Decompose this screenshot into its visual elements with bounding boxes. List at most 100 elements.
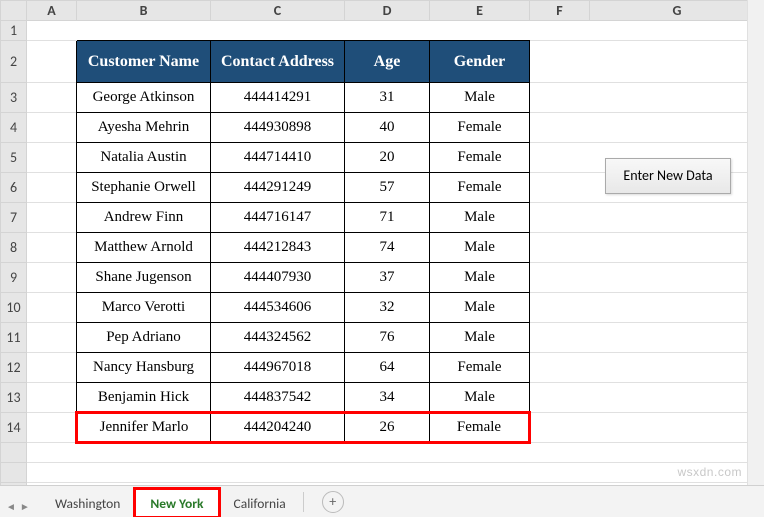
cell-contact[interactable]: 444407930 xyxy=(211,263,345,293)
row-header[interactable]: 8 xyxy=(1,233,27,263)
row-header[interactable]: 12 xyxy=(1,353,27,383)
row-header[interactable]: 5 xyxy=(1,143,27,173)
cell[interactable] xyxy=(27,233,77,263)
cell[interactable] xyxy=(530,323,764,353)
cell-contact[interactable]: 444204240 xyxy=(211,413,345,443)
cell-gender[interactable]: Male xyxy=(430,293,530,323)
cell-gender[interactable]: Male xyxy=(430,233,530,263)
col-header[interactable]: A xyxy=(27,1,77,21)
row-header[interactable]: 9 xyxy=(1,263,27,293)
cell[interactable] xyxy=(27,83,77,113)
cell-name[interactable]: Nancy Hansburg xyxy=(77,353,211,383)
cell[interactable] xyxy=(530,203,764,233)
cell[interactable] xyxy=(27,113,77,143)
row-header[interactable]: 3 xyxy=(1,83,27,113)
cell[interactable] xyxy=(27,21,764,41)
cell-name[interactable]: Natalia Austin xyxy=(77,143,211,173)
add-sheet-button[interactable]: + xyxy=(322,491,344,513)
cell-gender[interactable]: Male xyxy=(430,323,530,353)
row-header[interactable]: 7 xyxy=(1,203,27,233)
col-header[interactable]: B xyxy=(77,1,211,21)
cell-name[interactable]: Stephanie Orwell xyxy=(77,173,211,203)
table-header-gender[interactable]: Gender xyxy=(430,41,530,83)
cell-name[interactable]: Marco Verotti xyxy=(77,293,211,323)
cell-age[interactable]: 31 xyxy=(345,83,430,113)
vertical-scrollbar[interactable] xyxy=(747,0,764,485)
cell-gender[interactable]: Male xyxy=(430,383,530,413)
col-header[interactable]: C xyxy=(211,1,345,21)
spreadsheet-grid[interactable]: A B C D E F G 1 2 Customer Name Contact … xyxy=(0,0,764,503)
cell[interactable] xyxy=(530,263,764,293)
cell[interactable] xyxy=(27,263,77,293)
cell-gender[interactable]: Male xyxy=(430,203,530,233)
cell[interactable] xyxy=(27,293,77,323)
cell-gender[interactable]: Female xyxy=(430,173,530,203)
cell-name[interactable]: Andrew Finn xyxy=(77,203,211,233)
cell-name[interactable]: Ayesha Mehrin xyxy=(77,113,211,143)
row-header[interactable]: 1 xyxy=(1,21,27,41)
row-header[interactable]: 11 xyxy=(1,323,27,353)
cell-gender[interactable]: Female xyxy=(430,413,530,443)
cell-name[interactable]: Matthew Arnold xyxy=(77,233,211,263)
row-header[interactable]: 6 xyxy=(1,173,27,203)
cell-gender[interactable]: Female xyxy=(430,113,530,143)
tab-nav-arrows[interactable]: ◄ ► xyxy=(6,500,30,513)
cell-contact[interactable]: 444324562 xyxy=(211,323,345,353)
cell[interactable] xyxy=(27,143,77,173)
cell[interactable] xyxy=(530,41,764,83)
cell[interactable] xyxy=(530,233,764,263)
row-header[interactable] xyxy=(1,443,27,463)
tab-washington[interactable]: Washington xyxy=(40,489,135,516)
cell-contact[interactable]: 444291249 xyxy=(211,173,345,203)
cell-age[interactable]: 57 xyxy=(345,173,430,203)
tab-new-york[interactable]: New York xyxy=(135,489,218,517)
col-header[interactable]: D xyxy=(345,1,430,21)
tab-nav-prev-icon[interactable]: ◄ xyxy=(6,500,16,513)
row-header[interactable] xyxy=(1,463,27,483)
cell[interactable] xyxy=(27,383,77,413)
cell-age[interactable]: 34 xyxy=(345,383,430,413)
col-header[interactable]: E xyxy=(430,1,530,21)
cell-gender[interactable]: Female xyxy=(430,143,530,173)
cell-contact[interactable]: 444837542 xyxy=(211,383,345,413)
cell[interactable] xyxy=(27,203,77,233)
cell[interactable] xyxy=(27,353,77,383)
cell-name[interactable]: Benjamin Hick xyxy=(77,383,211,413)
cell-contact[interactable]: 444534606 xyxy=(211,293,345,323)
cell[interactable] xyxy=(530,383,764,413)
cell[interactable] xyxy=(530,83,764,113)
cell-name[interactable]: Pep Adriano xyxy=(77,323,211,353)
cell[interactable] xyxy=(27,463,764,483)
cell-contact[interactable]: 444967018 xyxy=(211,353,345,383)
col-header[interactable]: G xyxy=(590,1,764,21)
cell-gender[interactable]: Male xyxy=(430,83,530,113)
table-header-contact[interactable]: Contact Address xyxy=(211,41,345,83)
cell[interactable] xyxy=(530,113,764,143)
cell[interactable] xyxy=(530,293,764,323)
cell-age[interactable]: 32 xyxy=(345,293,430,323)
cell[interactable] xyxy=(27,41,77,83)
cell[interactable] xyxy=(27,323,77,353)
cell-age[interactable]: 74 xyxy=(345,233,430,263)
enter-new-data-button[interactable]: Enter New Data xyxy=(605,158,731,194)
row-header[interactable]: 4 xyxy=(1,113,27,143)
cell-gender[interactable]: Female xyxy=(430,353,530,383)
cell-age[interactable]: 26 xyxy=(345,413,430,443)
row-header[interactable]: 10 xyxy=(1,293,27,323)
cell-contact[interactable]: 444414291 xyxy=(211,83,345,113)
cell[interactable] xyxy=(27,443,764,463)
row-header[interactable]: 14 xyxy=(1,413,27,443)
cell-contact[interactable]: 444714410 xyxy=(211,143,345,173)
cell-contact[interactable]: 444212843 xyxy=(211,233,345,263)
select-all-corner[interactable] xyxy=(1,1,27,21)
cell-age[interactable]: 20 xyxy=(345,143,430,173)
cell-age[interactable]: 40 xyxy=(345,113,430,143)
cell[interactable] xyxy=(27,413,77,443)
col-header[interactable]: F xyxy=(530,1,590,21)
row-header[interactable]: 13 xyxy=(1,383,27,413)
tab-california[interactable]: California xyxy=(219,489,301,516)
cell-age[interactable]: 64 xyxy=(345,353,430,383)
cell-name[interactable]: George Atkinson xyxy=(77,83,211,113)
cell-gender[interactable]: Male xyxy=(430,263,530,293)
tab-nav-next-icon[interactable]: ► xyxy=(20,500,30,513)
